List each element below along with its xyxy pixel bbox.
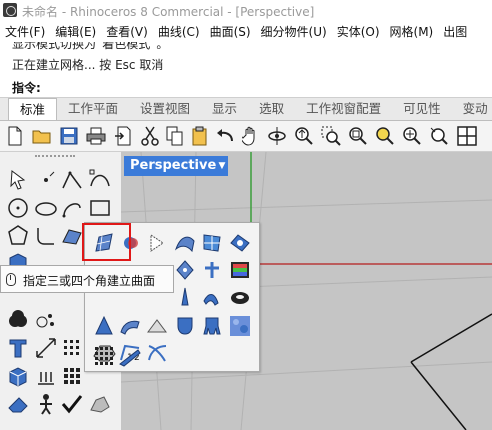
menu-curve[interactable]: 曲线(C) bbox=[153, 22, 205, 42]
drape-surface-icon[interactable] bbox=[118, 344, 142, 368]
tab-grip[interactable] bbox=[0, 98, 8, 120]
curve-control-points-icon[interactable] bbox=[88, 168, 112, 192]
command-history-line: 正在建立网格... 按 Esc 取消 bbox=[12, 58, 164, 72]
title-bar: 未命名 - Rhinoceros 8 Commercial - [Perspec… bbox=[0, 0, 492, 23]
four-viewports-icon[interactable] bbox=[456, 125, 478, 147]
menu-subd[interactable]: 细分物件(U) bbox=[256, 22, 332, 42]
undo-icon[interactable] bbox=[214, 125, 236, 147]
new-file-icon[interactable] bbox=[4, 125, 26, 147]
tab-set-view[interactable]: 设置视图 bbox=[129, 98, 201, 120]
command-history[interactable]: 显示模式切换为“着色模式”。 正在建立网格... 按 Esc 取消 bbox=[0, 42, 492, 77]
menu-view[interactable]: 查看(V) bbox=[101, 22, 153, 42]
tab-viewport-layout[interactable]: 工作视窗配置 bbox=[295, 98, 392, 120]
curve-network-icon[interactable] bbox=[145, 340, 169, 364]
ellipse-icon[interactable] bbox=[34, 196, 58, 220]
torus-ring-icon[interactable] bbox=[228, 285, 252, 309]
tab-display[interactable]: 显示 bbox=[201, 98, 248, 120]
tab-transform[interactable]: 变动 bbox=[452, 98, 492, 120]
dimension-arrows-icon[interactable] bbox=[34, 336, 58, 360]
boolean-union-icon[interactable] bbox=[6, 308, 30, 332]
pan-hand-icon[interactable] bbox=[240, 125, 262, 147]
import-icon[interactable] bbox=[112, 125, 134, 147]
print-icon[interactable] bbox=[85, 125, 107, 147]
rectangle-icon[interactable] bbox=[88, 196, 112, 220]
polyline-icon[interactable] bbox=[60, 168, 84, 192]
squid-drape-icon[interactable] bbox=[200, 314, 224, 338]
menu-file[interactable]: 文件(F) bbox=[0, 22, 50, 42]
tab-visibility[interactable]: 可见性 bbox=[392, 98, 452, 120]
tab-standard[interactable]: 标准 bbox=[8, 98, 58, 120]
rhino-app-icon bbox=[3, 3, 17, 17]
grid-points-icon[interactable] bbox=[60, 336, 84, 360]
menu-bar: 文件(F) 编辑(E) 查看(V) 曲线(C) 曲面(S) 细分物件(U) 实体(O) 网格(… bbox=[0, 22, 492, 43]
blend-curve-bulge-icon[interactable] bbox=[92, 314, 116, 338]
paste-icon[interactable] bbox=[189, 125, 211, 147]
extrude-curve-icon[interactable] bbox=[200, 285, 224, 309]
circle-icon[interactable] bbox=[6, 196, 30, 220]
surface-tools-icon[interactable] bbox=[60, 224, 84, 248]
fillet-surface-icon[interactable] bbox=[145, 314, 169, 338]
heightfield-surface-icon[interactable] bbox=[228, 258, 252, 282]
tooltip: 指定三或四个角建立曲面 bbox=[0, 265, 174, 293]
zoom-selected-icon[interactable] bbox=[374, 125, 396, 147]
selection-highlight bbox=[82, 223, 131, 261]
network-surface-icon[interactable] bbox=[173, 231, 197, 255]
rotate-view-icon[interactable] bbox=[266, 125, 288, 147]
zoom-all-icon[interactable] bbox=[401, 125, 423, 147]
rail-revolve-icon[interactable] bbox=[173, 258, 197, 282]
copy-icon[interactable] bbox=[164, 125, 186, 147]
tab-select[interactable]: 选取 bbox=[248, 98, 295, 120]
arc-icon[interactable] bbox=[60, 196, 84, 220]
check-object-icon[interactable] bbox=[60, 392, 84, 416]
texture-surface-icon[interactable] bbox=[228, 314, 252, 338]
command-input[interactable] bbox=[48, 78, 482, 96]
viewport-title-tab[interactable]: Perspective bbox=[124, 156, 220, 176]
fillet-curves-icon[interactable] bbox=[34, 224, 58, 248]
menu-surface[interactable]: 曲面(S) bbox=[205, 22, 256, 42]
patch-surface-icon[interactable] bbox=[200, 231, 224, 255]
offset-surface-icon[interactable] bbox=[118, 314, 142, 338]
text-object-icon[interactable] bbox=[6, 336, 30, 360]
command-prompt-label: 指令: bbox=[12, 81, 41, 95]
window-title: 未命名 - Rhinoceros 8 Commercial - [Perspec… bbox=[22, 5, 315, 19]
chevron-down-icon[interactable]: ▼ bbox=[216, 156, 228, 176]
command-history-line: 显示模式切换为“着色模式”。 bbox=[12, 42, 169, 51]
points-on-object-icon[interactable] bbox=[34, 308, 58, 332]
menu-edit[interactable]: 编辑(E) bbox=[50, 22, 101, 42]
point-grid-surface-icon[interactable] bbox=[92, 344, 116, 368]
standard-toolbar bbox=[0, 121, 492, 152]
polygon-icon[interactable] bbox=[6, 224, 30, 248]
shell-surface-icon[interactable] bbox=[173, 314, 197, 338]
sweep-rail-icon[interactable] bbox=[200, 258, 224, 282]
cut-icon[interactable] bbox=[139, 125, 161, 147]
extrude-box-icon[interactable] bbox=[6, 364, 30, 388]
tooltip-text: 指定三或四个角建立曲面 bbox=[23, 274, 156, 288]
select-arrow-icon[interactable] bbox=[6, 168, 30, 192]
menu-print[interactable]: 出图 bbox=[438, 22, 472, 42]
save-icon[interactable] bbox=[58, 125, 80, 147]
point-icon[interactable] bbox=[34, 168, 58, 192]
command-prompt: 指令: bbox=[0, 76, 492, 98]
panel-grip[interactable] bbox=[35, 155, 75, 160]
zoom-window-icon[interactable] bbox=[320, 125, 342, 147]
loft-surface-icon[interactable] bbox=[228, 231, 252, 255]
surface-edge bbox=[410, 313, 492, 430]
analyze-person-icon[interactable] bbox=[34, 392, 58, 416]
menu-mesh[interactable]: 网格(M) bbox=[385, 22, 439, 42]
render-stone-icon[interactable] bbox=[88, 392, 112, 416]
tab-cplanes[interactable]: 工作平面 bbox=[57, 98, 129, 120]
mouse-icon bbox=[6, 273, 16, 286]
revolve-surface-icon[interactable] bbox=[173, 285, 197, 309]
array-icon[interactable] bbox=[34, 364, 58, 388]
array-grid-icon[interactable] bbox=[60, 364, 84, 388]
open-folder-icon[interactable] bbox=[31, 125, 53, 147]
zoom-extents-icon[interactable] bbox=[347, 125, 369, 147]
zoom-target-icon[interactable] bbox=[428, 125, 450, 147]
toolbar-tabs: 标准 工作平面 设置视图 显示 选取 工作视窗配置 可见性 变动 bbox=[0, 98, 492, 121]
menu-solid[interactable]: 实体(O) bbox=[332, 22, 385, 42]
planar-surface-icon[interactable] bbox=[145, 231, 169, 255]
delete-eraser-icon[interactable] bbox=[6, 392, 30, 416]
zoom-dynamic-icon[interactable] bbox=[293, 125, 315, 147]
